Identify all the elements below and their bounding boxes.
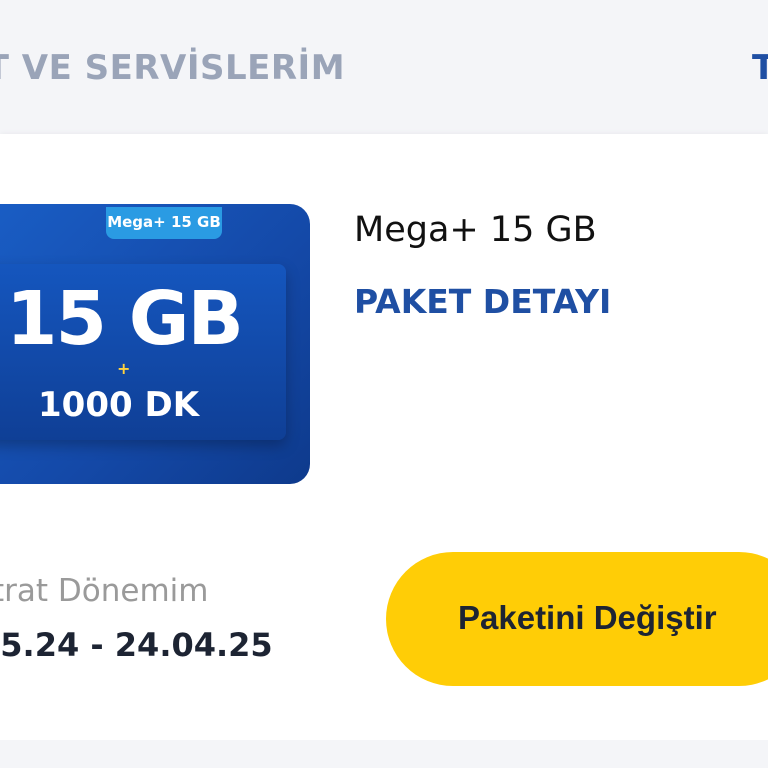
header-link[interactable]: T — [752, 48, 768, 88]
package-image-tag: Mega+ 15 GB — [106, 207, 222, 239]
contract-period-label: trat Dönemim — [0, 573, 209, 609]
contract-period-dates: 05.24 - 24.04.25 — [0, 626, 273, 664]
change-package-button[interactable]: Paketini Değiştir — [386, 552, 768, 686]
section-title: ET VE SERVİSLERİM — [0, 48, 346, 88]
package-image-minutes: 1000 DK — [38, 385, 200, 425]
package-detail-link[interactable]: PAKET DETAYI — [354, 282, 611, 321]
package-image-data: 15 GB — [6, 276, 244, 362]
screen: ET VE SERVİSLERİM T Mega+ 15 GB 15 GB + … — [0, 0, 768, 768]
package-image-plus: + — [117, 359, 131, 378]
section-header: ET VE SERVİSLERİM T — [0, 0, 768, 132]
bottom-strip — [0, 740, 768, 768]
change-package-button-label: Paketini Değiştir — [458, 599, 717, 636]
package-name: Mega+ 15 GB — [354, 210, 597, 250]
